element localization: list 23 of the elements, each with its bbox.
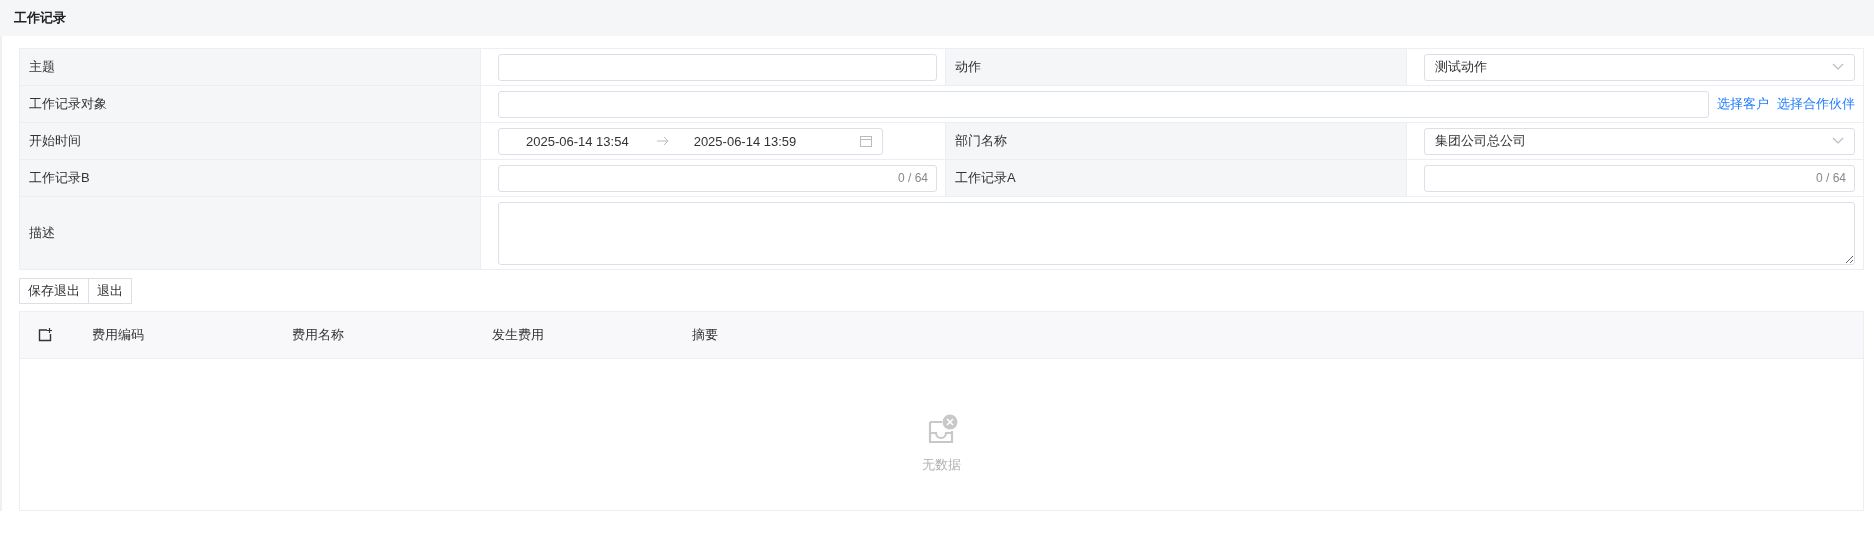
field-label: 动作 (946, 49, 1407, 86)
select-field[interactable]: 测试动作 (1424, 53, 1855, 81)
page-title: 工作记录 (14, 9, 66, 27)
button[interactable]: 保存退出 (19, 278, 89, 304)
link[interactable]: 选择客户 (1717, 95, 1769, 113)
text-field[interactable]: 0 / 64 (498, 164, 937, 192)
text-field[interactable]: 0 / 64 (1424, 164, 1855, 192)
field-label: 工作记录B (20, 160, 481, 197)
column-header: 费用名称 (292, 326, 345, 344)
button[interactable]: 退出 (89, 278, 132, 304)
empty-text: 无数据 (922, 456, 961, 474)
select-field[interactable]: 集团公司总公司 (1424, 127, 1855, 155)
field-label: 工作记录对象 (20, 86, 481, 123)
column-header: 发生费用 (492, 326, 545, 344)
link[interactable]: 选择合作伙伴 (1777, 95, 1855, 113)
column-header: 摘要 (692, 326, 719, 344)
date-range-field[interactable]: 2025-06-14 13:54 2025-06-14 13:59 (498, 127, 883, 155)
column-header: 费用编码 (92, 326, 145, 344)
field-label: 工作记录A (946, 160, 1407, 197)
field-label: 描述 (20, 197, 481, 270)
field-label: 开始时间 (20, 123, 481, 160)
field-label: 部门名称 (946, 123, 1407, 160)
field-label: 主题 (20, 49, 481, 86)
